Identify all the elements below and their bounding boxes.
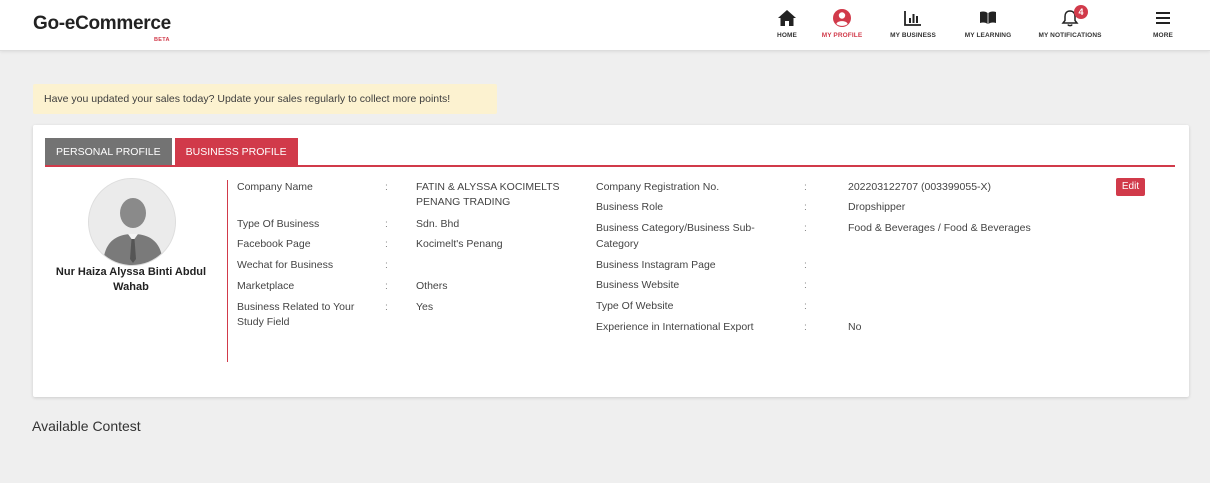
person-silhouette-icon [89, 179, 175, 265]
nav-more-label: MORE [1153, 32, 1173, 39]
profile-owner-name-line1: Nur Haiza Alyssa Binti Abdul [55, 266, 207, 278]
beta-badge: BETA [154, 37, 170, 43]
user-circle-icon [816, 8, 868, 28]
home-icon [774, 8, 800, 28]
export-experience-colon: : [804, 321, 807, 333]
business-role-value: Dropshipper [848, 201, 906, 213]
nav-my-profile[interactable]: MY PROFILE [816, 8, 868, 39]
nav-my-business-label: MY BUSINESS [890, 32, 936, 39]
company-name-value-line1: FATIN & ALYSSA KOCIMELTS [416, 181, 560, 193]
category-label-line2: Category [596, 238, 639, 250]
tab-personal-profile[interactable]: PERSONAL PROFILE [45, 138, 172, 166]
avatar [88, 178, 176, 266]
book-icon [958, 8, 1018, 28]
nav-my-profile-label: MY PROFILE [821, 32, 863, 39]
brand-logo[interactable]: Go-eCommerce BETA [33, 13, 171, 43]
website-type-colon: : [804, 300, 807, 312]
facebook-page-colon: : [385, 238, 388, 250]
registration-no-value: 202203122707 (003399055-X) [848, 181, 992, 193]
profile-divider [227, 180, 228, 362]
edit-button[interactable]: Edit [1116, 178, 1145, 196]
brand-name: Go-eCommerce [33, 13, 171, 34]
nav-my-learning-label: MY LEARNING [964, 32, 1012, 39]
type-of-business-value: Sdn. Bhd [416, 218, 460, 230]
export-experience-value: No [848, 321, 862, 333]
type-of-business-colon: : [385, 218, 388, 230]
marketplace-label: Marketplace [237, 280, 295, 292]
company-name-colon: : [385, 181, 388, 193]
company-name-value-line2: PENANG TRADING [416, 196, 511, 208]
tab-underline [45, 165, 1175, 167]
profile-owner-name-line2: Wahab [113, 281, 149, 293]
registration-no-label: Company Registration No. [596, 181, 720, 193]
export-experience-label: Experience in International Export [596, 321, 754, 333]
marketplace-value: Others [416, 280, 448, 292]
wechat-label: Wechat for Business [237, 259, 334, 271]
nav-my-notifications[interactable]: 4 MY NOTIFICATIONS [1033, 5, 1107, 39]
website-label: Business Website [596, 279, 680, 291]
profile-tabs: PERSONAL PROFILE BUSINESS PROFILE [45, 138, 298, 166]
website-colon: : [804, 279, 807, 291]
sales-update-alert: Have you updated your sales today? Updat… [33, 84, 497, 114]
type-of-business-label: Type Of Business [237, 218, 320, 230]
related-study-colon: : [385, 301, 388, 313]
category-colon: : [804, 222, 807, 234]
category-label-line1: Business Category/Business Sub- [596, 222, 755, 234]
available-contest-title: Available Contest [32, 418, 141, 434]
nav-my-business[interactable]: MY BUSINESS [884, 8, 942, 39]
registration-no-colon: : [804, 181, 807, 193]
instagram-label: Business Instagram Page [596, 259, 716, 271]
top-navbar: Go-eCommerce BETA HOME MY PROFILE MY BUS… [0, 0, 1210, 51]
hamburger-menu-icon [1150, 8, 1176, 28]
notification-count-badge: 4 [1074, 5, 1088, 19]
instagram-colon: : [804, 259, 807, 271]
related-study-value: Yes [416, 301, 434, 313]
nav-home-label: HOME [777, 32, 797, 39]
nav-home[interactable]: HOME [774, 8, 800, 39]
category-value: Food & Beverages / Food & Beverages [848, 222, 1031, 234]
nav-my-notifications-label: MY NOTIFICATIONS [1038, 32, 1102, 39]
business-role-label: Business Role [596, 201, 664, 213]
bell-icon: 4 [1060, 5, 1088, 28]
profile-card: PERSONAL PROFILE BUSINESS PROFILE Nur Ha… [33, 125, 1189, 397]
facebook-page-label: Facebook Page [237, 238, 311, 250]
business-role-colon: : [804, 201, 807, 213]
bar-chart-icon [884, 8, 942, 28]
facebook-page-value: Kocimelt's Penang [416, 238, 503, 250]
related-study-label-line1: Business Related to Your [237, 301, 355, 313]
tab-business-profile[interactable]: BUSINESS PROFILE [174, 138, 298, 166]
wechat-colon: : [385, 259, 388, 271]
profile-owner-name: Nur Haiza Alyssa Binti Abdul Wahab [45, 265, 217, 295]
nav-my-learning[interactable]: MY LEARNING [958, 8, 1018, 39]
marketplace-colon: : [385, 280, 388, 292]
nav-more[interactable]: MORE [1150, 8, 1176, 39]
company-name-label: Company Name [237, 181, 313, 193]
website-type-label: Type Of Website [596, 300, 674, 312]
related-study-label-line2: Study Field [237, 316, 290, 328]
